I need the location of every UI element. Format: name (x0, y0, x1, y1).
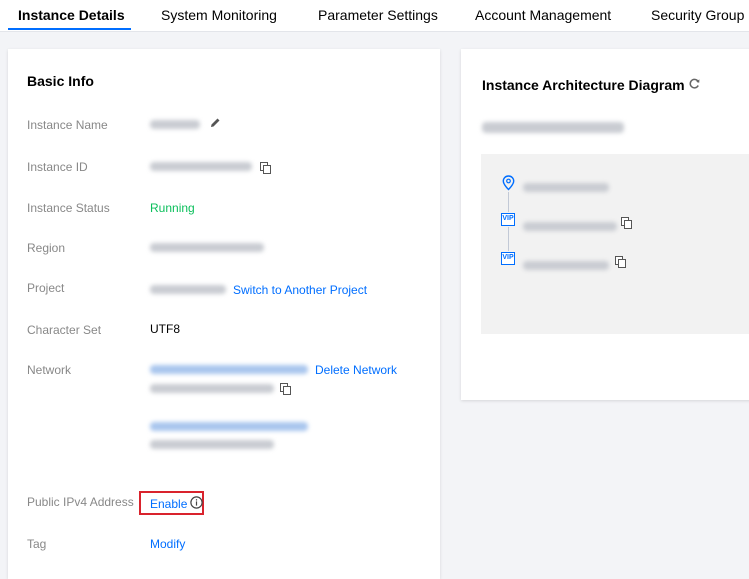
copy-icon[interactable] (621, 217, 632, 229)
basic-info-card: Basic Info Instance Name Instance ID Ins… (8, 49, 440, 579)
copy-icon[interactable] (260, 162, 271, 174)
zone-redacted (523, 179, 609, 197)
pencil-icon[interactable] (210, 117, 220, 127)
vip-icon: VIP (501, 252, 515, 265)
vip-2-blur (523, 261, 609, 271)
info-icon[interactable] (190, 496, 203, 509)
connector-line (508, 192, 509, 212)
character-set-value: UTF8 (150, 322, 180, 336)
character-set-label: Character Set (27, 323, 102, 337)
instance-id-redacted (150, 162, 252, 172)
instance-name-redacted (150, 120, 200, 130)
network-vpc-2[interactable] (150, 419, 308, 433)
network-label: Network (27, 363, 72, 377)
network-vpc-1[interactable] (150, 362, 308, 376)
refresh-icon[interactable] (688, 77, 701, 90)
architecture-region-redacted (482, 119, 624, 137)
tag-label: Tag (27, 537, 47, 551)
tab-account-management[interactable]: Account Management (475, 7, 611, 23)
location-pin-icon (502, 175, 515, 191)
network-ip-1 (150, 381, 274, 395)
tab-system-monitoring[interactable]: System Monitoring (161, 7, 277, 23)
instance-status-value: Running (150, 201, 195, 215)
project-label: Project (27, 281, 65, 295)
vip-1-redacted (523, 218, 617, 236)
network-ip-2-redacted (150, 440, 274, 450)
connector-line (508, 227, 509, 251)
switch-project-link[interactable]: Switch to Another Project (233, 283, 367, 297)
project-redacted (150, 285, 226, 295)
architecture-diagram-area: VIP VIP (481, 154, 749, 334)
region-value (150, 240, 264, 254)
tab-security-group[interactable]: Security Group (651, 7, 744, 23)
instance-status-label: Instance Status (27, 201, 110, 215)
enable-link[interactable]: Enable (150, 497, 187, 511)
basic-info-title: Basic Info (27, 73, 94, 89)
architecture-card: Instance Architecture Diagram VIP VIP (461, 49, 749, 400)
instance-name-label: Instance Name (27, 118, 108, 132)
tab-instance-details[interactable]: Instance Details (18, 7, 125, 23)
project-value (150, 282, 226, 296)
modify-tag-link[interactable]: Modify (150, 537, 185, 551)
delete-network-link[interactable]: Delete Network (315, 363, 397, 377)
network-ip-2 (150, 437, 274, 451)
vip-icon: VIP (501, 213, 515, 226)
vip-2-redacted (523, 257, 609, 275)
network-vpc-1-redacted (150, 365, 308, 375)
region-redacted (150, 243, 264, 253)
network-ip-1-redacted (150, 384, 274, 394)
instance-id-label: Instance ID (27, 160, 88, 174)
tab-parameter-settings[interactable]: Parameter Settings (318, 7, 438, 23)
public-ipv4-label: Public IPv4 Address (27, 495, 134, 509)
copy-icon[interactable] (280, 383, 291, 395)
instance-name-value (150, 117, 200, 131)
region-label: Region (27, 241, 66, 255)
network-vpc-2-redacted (150, 422, 308, 432)
architecture-title: Instance Architecture Diagram (482, 77, 685, 93)
copy-icon[interactable] (615, 256, 626, 268)
vip-1-blur (523, 222, 617, 232)
tab-bar: Instance Details System Monitoring Param… (0, 0, 749, 32)
architecture-region-blur (482, 122, 624, 134)
active-tab-indicator (8, 28, 131, 30)
instance-id-value (150, 159, 252, 173)
zone-blur (523, 183, 609, 193)
